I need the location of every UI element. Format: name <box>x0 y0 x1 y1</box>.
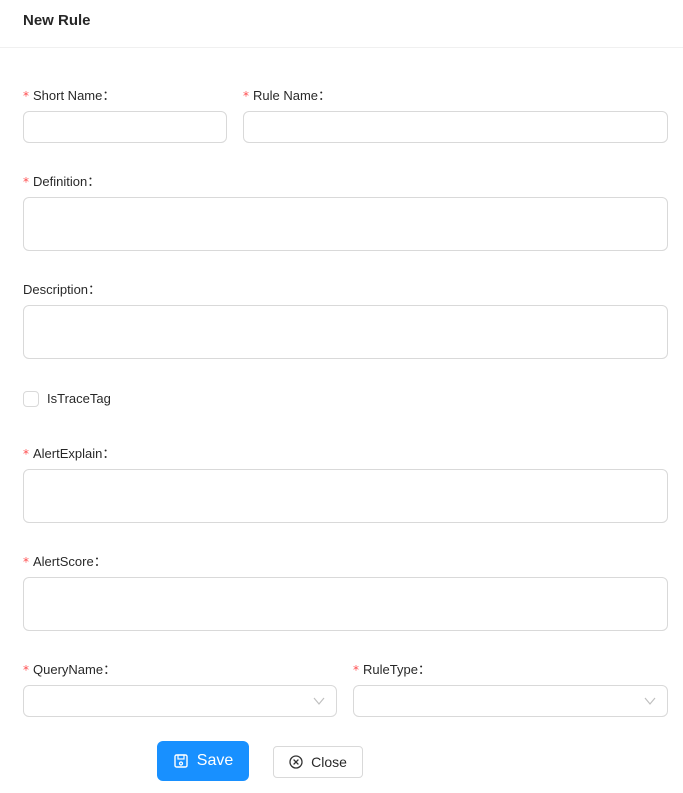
short-name-input[interactable] <box>23 111 227 143</box>
alert-score-label: * AlertScore： <box>23 551 107 570</box>
short-name-label-text: Short Name： <box>33 88 116 103</box>
save-icon <box>174 754 188 768</box>
rule-name-label-text: Rule Name： <box>253 88 332 103</box>
required-mark: * <box>243 89 249 103</box>
alert-score-textarea[interactable] <box>23 577 668 631</box>
description-label: Description： <box>23 279 101 298</box>
required-mark: * <box>23 555 29 569</box>
alert-explain-label-text: AlertExplain： <box>33 446 116 461</box>
is-trace-tag-checkbox[interactable] <box>23 391 39 407</box>
query-name-label-text: QueryName： <box>33 662 117 677</box>
short-name-label: * Short Name： <box>23 85 115 104</box>
definition-label: * Definition： <box>23 171 100 190</box>
close-button-label: Close <box>311 754 347 770</box>
close-circle-icon <box>289 755 303 769</box>
required-mark: * <box>23 175 29 189</box>
definition-label-text: Definition： <box>33 174 101 189</box>
modal-title: New Rule <box>23 12 91 29</box>
rule-name-input[interactable] <box>243 111 668 143</box>
query-name-select[interactable] <box>23 685 337 717</box>
rule-name-label: * Rule Name： <box>243 85 331 104</box>
close-button[interactable]: Close <box>273 746 363 778</box>
is-trace-tag-label[interactable]: IsTraceTag <box>47 391 111 406</box>
chevron-down-icon <box>644 697 656 705</box>
description-textarea[interactable] <box>23 305 668 359</box>
chevron-down-icon <box>313 697 325 705</box>
required-mark: * <box>353 663 359 677</box>
rule-type-label-text: RuleType： <box>363 662 431 677</box>
rule-type-label: * RuleType： <box>353 659 431 678</box>
modal-header: New Rule <box>0 0 683 48</box>
alert-score-label-text: AlertScore： <box>33 554 107 569</box>
definition-textarea[interactable] <box>23 197 668 251</box>
query-name-label: * QueryName： <box>23 659 116 678</box>
required-mark: * <box>23 89 29 103</box>
save-button[interactable]: Save <box>157 741 249 781</box>
description-label-text: Description： <box>23 282 102 297</box>
alert-explain-label: * AlertExplain： <box>23 443 115 462</box>
alert-explain-textarea[interactable] <box>23 469 668 523</box>
rule-type-select[interactable] <box>353 685 668 717</box>
save-button-label: Save <box>196 752 234 769</box>
required-mark: * <box>23 663 29 677</box>
required-mark: * <box>23 447 29 461</box>
